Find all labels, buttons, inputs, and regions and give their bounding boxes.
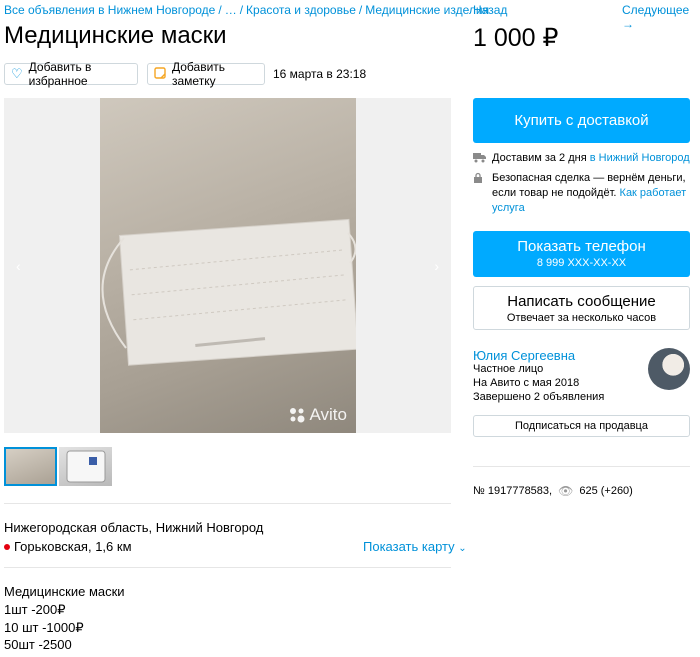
post-date: 16 марта в 23:18 (273, 67, 367, 81)
watermark-text: Avito (309, 405, 348, 424)
add-note-button[interactable]: Добавить заметку (147, 60, 265, 88)
next-link[interactable]: Следующее → (622, 3, 700, 31)
show-map-link[interactable]: Показать карту ⌄ (363, 539, 467, 554)
show-map-label: Показать карту (363, 539, 455, 554)
heart-icon: ♡ (11, 66, 23, 81)
view-count: 625 (+260) (579, 485, 633, 497)
add-to-favorites-button[interactable]: ♡ Добавить в избранное (4, 60, 138, 88)
delivery-info: Доставим за 2 дня в Нижний Новгород (473, 151, 690, 168)
divider (473, 466, 690, 467)
thumbnail-2[interactable] (59, 447, 112, 486)
show-phone-label: Показать телефон (517, 238, 646, 255)
seller-avatar[interactable] (648, 348, 690, 390)
item-meta: № 1917778583, 👁 625 (+260) (473, 484, 633, 498)
seller-completed-ads: Завершено 2 объявления (473, 391, 605, 403)
gallery-next-arrow-icon[interactable]: › (434, 258, 439, 274)
page-title: Медицинские маски (4, 22, 227, 49)
response-time: Отвечает за несколько часов (506, 312, 657, 324)
breadcrumb-item-category[interactable]: Красота и здоровье (246, 3, 356, 17)
description-line: 1шт -200₽ (4, 602, 66, 617)
back-link[interactable]: Назад (473, 3, 507, 17)
description-line: 10 шт -1000₽ (4, 620, 84, 635)
write-message-label: Написать сообщение (507, 293, 656, 310)
metro-text: Горьковская, 1,6 км (14, 539, 132, 554)
divider (4, 567, 451, 568)
divider (4, 503, 451, 504)
thumbnail-1[interactable] (4, 447, 57, 486)
eye-icon: 👁 (558, 484, 574, 498)
masked-phone-number: 8 999 XXX-XX-XX (536, 257, 627, 269)
seller-name-link[interactable]: Юлия Сергеевна (473, 348, 575, 363)
note-icon (154, 66, 166, 82)
add-to-favorites-label: Добавить в избранное (28, 60, 92, 88)
breadcrumb-item-subcategory[interactable]: Медицинские изделия (365, 3, 489, 17)
avito-watermark: Avito (288, 405, 348, 425)
add-note-label: Добавить заметку (172, 60, 226, 88)
item-id: № 1917778583, (473, 485, 553, 497)
description-line: 50шт -2500 (4, 637, 72, 652)
main-photo (100, 98, 359, 433)
buy-with-delivery-button[interactable]: Купить с доставкой (473, 98, 690, 143)
chevron-down-icon: ⌄ (458, 543, 467, 554)
avito-logo-icon (289, 408, 304, 423)
price: 1 000 ₽ (473, 24, 559, 52)
delivery-text: Доставим за 2 дня (492, 152, 587, 164)
breadcrumb: Все объявления в Нижнем Новгороде /… / Крас… (4, 3, 490, 17)
write-message-button[interactable]: Написать сообщение Отвечает за несколько… (473, 286, 690, 330)
seller-type: Частное лицо (473, 363, 544, 375)
breadcrumb-item-all[interactable]: Все объявления в Нижнем Новгороде (4, 3, 215, 17)
description-line: Медицинские маски (4, 584, 125, 599)
show-phone-button[interactable]: Показать телефон 8 999 XXX-XX-XX (473, 231, 690, 277)
photo-gallery[interactable]: ‹ › Avito (4, 98, 451, 433)
truck-icon (473, 152, 486, 168)
delivery-city-link[interactable]: в Нижний Новгород (590, 152, 690, 164)
gallery-prev-arrow-icon[interactable]: ‹ (16, 258, 21, 274)
breadcrumb-item-ellipsis[interactable]: … (225, 3, 237, 17)
subscribe-to-seller-button[interactable]: Подписаться на продавца (473, 415, 690, 437)
safe-deal-info: Безопасная сделка — вернём деньги, если … (473, 171, 690, 216)
metro-line-icon (4, 543, 10, 550)
seller-since: На Авито с мая 2018 (473, 377, 580, 389)
lock-icon (473, 172, 485, 216)
metro-station: Горьковская, 1,6 км (4, 539, 132, 554)
address-region: Нижегородская область, Нижний Новгород (4, 520, 264, 535)
